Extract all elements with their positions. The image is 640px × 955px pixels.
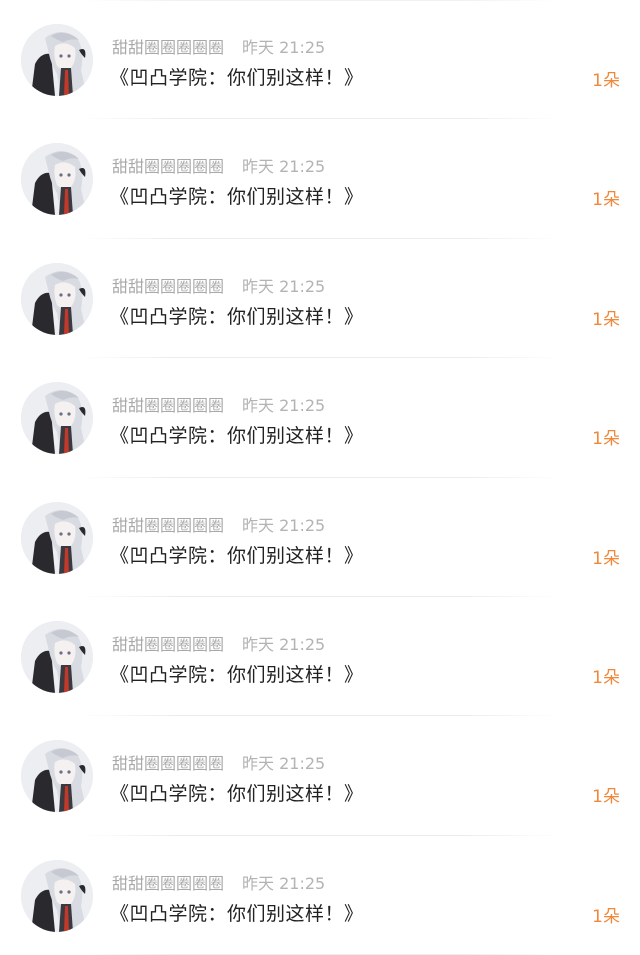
comment-row[interactable]: 甜甜圈圈圈圈圈 昨天 21:25 《凹凸学院：你们别这样！》 1朵: [0, 597, 640, 717]
comment-meta: 甜甜圈圈圈圈圈 昨天 21:25: [112, 632, 325, 654]
comment-row[interactable]: 甜甜圈圈圈圈圈 昨天 21:25 《凹凸学院：你们别这样！》 1朵: [0, 358, 640, 478]
username[interactable]: 甜甜圈圈圈圈圈: [112, 273, 224, 297]
flower-count[interactable]: 1朵: [592, 424, 620, 449]
comment-text: 《凹凸学院：你们别这样！》: [110, 67, 364, 89]
avatar-anime-girl-icon[interactable]: [21, 740, 93, 813]
timestamp: 昨天 21:25: [242, 754, 326, 774]
comment-row[interactable]: 甜甜圈圈圈圈圈 昨天 21:25 《凹凸学院：你们别这样！》 1朵: [0, 239, 640, 359]
comment-row[interactable]: 甜甜圈圈圈圈圈 昨天 21:25 《凹凸学院：你们别这样！》 1朵: [0, 0, 640, 120]
timestamp: 昨天 21:25: [242, 634, 326, 654]
comment-row[interactable]: 甜甜圈圈圈圈圈 昨天 21:25 《凹凸学院：你们别这样！》 1朵: [0, 119, 640, 239]
username[interactable]: 甜甜圈圈圈圈圈: [112, 870, 224, 894]
avatar-anime-girl-icon[interactable]: [21, 143, 93, 216]
avatar-anime-girl-icon[interactable]: [21, 859, 93, 932]
timestamp: 昨天 21:25: [242, 38, 326, 57]
avatar-anime-girl-icon[interactable]: [21, 620, 93, 693]
timestamp: 昨天 21:25: [242, 515, 326, 535]
flower-count[interactable]: 1朵: [592, 185, 620, 210]
comment-text: 《凹凸学院：你们别这样！》: [110, 902, 364, 925]
timestamp: 昨天 21:25: [242, 157, 326, 177]
comment-meta: 甜甜圈圈圈圈圈 昨天 21:25: [112, 274, 325, 296]
comment-meta: 甜甜圈圈圈圈圈 昨天 21:25: [112, 154, 325, 176]
comment-row[interactable]: 甜甜圈圈圈圈圈 昨天 21:25 《凹凸学院：你们别这样！》 1朵: [0, 716, 640, 836]
username[interactable]: 甜甜圈圈圈圈圈: [112, 631, 224, 655]
comment-meta: 甜甜圈圈圈圈圈 昨天 21:25: [112, 513, 325, 535]
comment-row[interactable]: 甜甜圈圈圈圈圈 昨天 21:25 《凹凸学院：你们别这样！》 1朵: [0, 836, 640, 955]
flower-count[interactable]: 1朵: [592, 663, 620, 688]
avatar-anime-girl-icon[interactable]: [21, 262, 93, 335]
comment-meta: 甜甜圈圈圈圈圈 昨天 21:25: [112, 393, 325, 415]
comment-meta: 甜甜圈圈圈圈圈 昨天 21:25: [112, 751, 325, 773]
avatar-anime-girl-icon[interactable]: [21, 501, 93, 574]
comment-text: 《凹凸学院：你们别这样！》: [110, 305, 364, 328]
avatar-anime-girl-icon[interactable]: [21, 24, 93, 96]
comment-text: 《凹凸学院：你们别这样！》: [110, 544, 364, 567]
top-divider: [80, 0, 560, 1]
timestamp: 昨天 21:25: [242, 396, 326, 416]
comment-meta: 甜甜圈圈圈圈圈 昨天 21:25: [112, 871, 325, 893]
username[interactable]: 甜甜圈圈圈圈圈: [112, 34, 224, 58]
comment-meta: 甜甜圈圈圈圈圈 昨天 21:25: [112, 35, 325, 57]
username[interactable]: 甜甜圈圈圈圈圈: [112, 750, 224, 774]
username[interactable]: 甜甜圈圈圈圈圈: [112, 153, 224, 177]
timestamp: 昨天 21:25: [242, 276, 326, 296]
comment-text: 《凹凸学院：你们别这样！》: [110, 186, 364, 209]
flower-count[interactable]: 1朵: [592, 66, 620, 91]
timestamp: 昨天 21:25: [242, 873, 326, 893]
flower-count[interactable]: 1朵: [592, 782, 620, 807]
flower-count[interactable]: 1朵: [592, 544, 620, 569]
username[interactable]: 甜甜圈圈圈圈圈: [112, 512, 224, 536]
avatar-anime-girl-icon[interactable]: [21, 382, 93, 455]
comment-row[interactable]: 甜甜圈圈圈圈圈 昨天 21:25 《凹凸学院：你们别这样！》 1朵: [0, 478, 640, 597]
flower-count[interactable]: 1朵: [592, 902, 620, 927]
flower-count[interactable]: 1朵: [592, 305, 620, 330]
comment-text: 《凹凸学院：你们别这样！》: [110, 783, 364, 806]
comment-text: 《凹凸学院：你们别这样！》: [110, 663, 364, 686]
comment-list: 甜甜圈圈圈圈圈 昨天 21:25 《凹凸学院：你们别这样！》 1朵 甜甜圈圈圈圈…: [0, 0, 640, 955]
username[interactable]: 甜甜圈圈圈圈圈: [112, 392, 224, 416]
comment-text: 《凹凸学院：你们别这样！》: [110, 425, 364, 448]
